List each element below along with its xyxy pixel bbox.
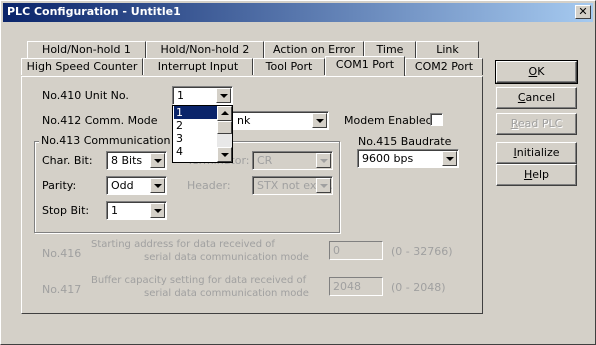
title-bar: PLC Configuration - Untitle1 ✕ — [3, 3, 593, 22]
chevron-down-icon[interactable] — [442, 151, 457, 166]
header-select: STX not exist. — [252, 176, 333, 195]
cancel-access-key: C — [517, 91, 526, 104]
tab-hold-non-hold-2[interactable]: Hold/Non-hold 2 — [146, 41, 264, 58]
read-plc-access-key: R — [510, 117, 518, 130]
chevron-down-icon — [316, 178, 331, 193]
initialize-label: nitialize — [516, 146, 560, 159]
ok-access-key: O — [528, 65, 538, 78]
char-bit-select[interactable]: 8 Bits — [106, 151, 167, 170]
char-bit-label: Char. Bit: — [42, 154, 93, 167]
window-title: PLC Configuration - Untitle1 — [7, 5, 181, 18]
tab-tool-port[interactable]: Tool Port — [253, 58, 325, 75]
char-bit-value: 8 Bits — [111, 154, 143, 167]
unit-no-option-2[interactable]: 2 — [174, 119, 218, 132]
help-label: elp — [532, 168, 550, 181]
ok-button[interactable]: OK — [495, 60, 578, 84]
terminator-value: CR — [257, 154, 273, 167]
buffer-capacity-desc-line1: Buffer capacity setting for data receive… — [91, 275, 307, 286]
chevron-down-icon[interactable] — [150, 203, 165, 218]
chevron-down-icon[interactable] — [150, 178, 165, 193]
baudrate-value: 9600 bps — [362, 152, 414, 165]
scroll-up-icon[interactable] — [217, 106, 232, 121]
baudrate-select[interactable]: 9600 bps — [357, 149, 459, 168]
start-address-desc-line2: serial data communication mode — [144, 252, 309, 263]
communication-format-label: No.413 Communication For — [39, 134, 194, 147]
modem-enabled-checkbox[interactable] — [430, 113, 443, 126]
buffer-capacity-value: 2048 — [333, 280, 361, 293]
parity-value: Odd — [111, 179, 134, 192]
start-address-no: No.416 — [42, 247, 82, 260]
buffer-capacity-input: 2048 — [329, 277, 383, 296]
dropdown-scrollbar[interactable] — [217, 106, 232, 162]
help-button[interactable]: Help — [496, 164, 577, 186]
initialize-button[interactable]: Initialize — [496, 142, 577, 164]
header-label: Header: — [187, 179, 231, 192]
read-plc-button: Read PLC — [496, 113, 577, 135]
baudrate-label: No.415 Baudrate — [358, 135, 452, 148]
unit-no-option-4[interactable]: 4 — [174, 145, 218, 158]
cancel-button[interactable]: Cancel — [496, 87, 577, 109]
unit-no-select[interactable]: 1 — [172, 86, 233, 105]
unit-no-dropdown-list[interactable]: 1 2 3 4 — [172, 105, 233, 163]
unit-no-value: 1 — [177, 89, 184, 102]
chevron-down-icon[interactable] — [216, 88, 231, 103]
chevron-down-icon[interactable] — [150, 153, 165, 168]
cancel-label: ancel — [525, 91, 556, 104]
scroll-thumb[interactable] — [217, 121, 232, 134]
buffer-capacity-desc-line2: serial data communication mode — [144, 288, 309, 299]
scroll-down-icon[interactable] — [217, 147, 232, 162]
start-address-value: 0 — [333, 244, 340, 257]
tab-com2-port[interactable]: COM2 Port — [405, 58, 483, 75]
tab-interrupt-input[interactable]: Interrupt Input — [143, 58, 253, 75]
start-address-input: 0 — [329, 241, 383, 260]
chevron-down-icon — [316, 153, 331, 168]
buffer-capacity-no: No.417 — [42, 283, 82, 296]
stop-bit-select[interactable]: 1 — [106, 201, 167, 220]
start-address-range: (0 - 32766) — [391, 245, 453, 258]
unit-no-label: No.410 Unit No. — [42, 89, 129, 102]
plc-configuration-window: PLC Configuration - Untitle1 ✕ Hold/Non-… — [0, 0, 596, 345]
parity-label: Parity: — [42, 179, 77, 192]
chevron-down-icon[interactable] — [312, 113, 327, 128]
terminator-select: CR — [252, 151, 333, 170]
modem-enabled-label: Modem Enabled — [344, 114, 433, 127]
tab-hold-non-hold-1[interactable]: Hold/Non-hold 1 — [27, 41, 146, 58]
stop-bit-value: 1 — [111, 204, 118, 217]
parity-select[interactable]: Odd — [106, 176, 167, 195]
close-button[interactable]: ✕ — [575, 5, 591, 19]
unit-no-option-1[interactable]: 1 — [174, 106, 218, 119]
buffer-capacity-range: (0 - 2048) — [391, 281, 446, 294]
unit-no-option-3[interactable]: 3 — [174, 132, 218, 145]
stop-bit-label: Stop Bit: — [42, 204, 90, 217]
ok-label: K — [537, 65, 545, 78]
tab-link[interactable]: Link — [416, 41, 479, 58]
comm-mode-label: No.412 Comm. Mode — [42, 114, 158, 127]
help-access-key: H — [523, 168, 533, 181]
tab-com1-port[interactable]: COM1 Port — [325, 56, 405, 76]
tab-high-speed-counter[interactable]: High Speed Counter — [21, 58, 143, 75]
comm-mode-value: nk — [237, 114, 251, 127]
read-plc-label: ead PLC — [517, 117, 563, 130]
start-address-desc-line1: Starting address for data received of — [91, 239, 275, 250]
